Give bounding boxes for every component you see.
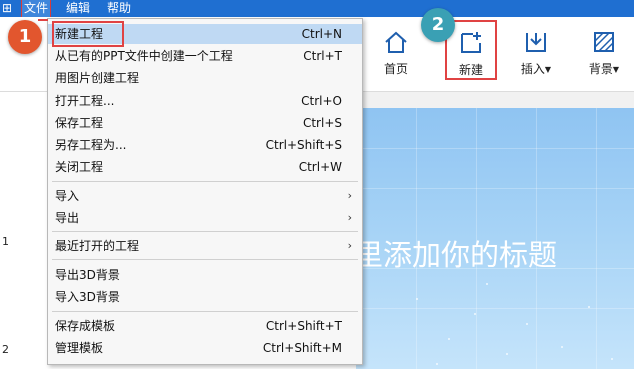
menu-item-shortcut: Ctrl+S — [302, 116, 342, 130]
slide-canvas[interactable]: 里添加你的标题 — [356, 108, 634, 369]
menu-item-label: 打开工程... — [55, 94, 115, 108]
menu-item-label: 保存成模板 — [55, 319, 116, 333]
step-badge-1: 1 — [8, 20, 42, 54]
insert-label: 插入▼ — [520, 62, 552, 76]
menu-item-shortcut: Ctrl+W — [298, 160, 342, 174]
menu-item-close-project[interactable]: 关闭工程 Ctrl+W — [48, 157, 362, 177]
menu-item-shortcut: Ctrl+O — [301, 94, 342, 108]
menu-help[interactable]: 帮助 — [107, 0, 131, 17]
menu-item-label: 关闭工程 — [55, 160, 104, 174]
menu-bar: ⊞ 文件 编辑 帮助 — [0, 0, 634, 18]
slide-number: 2 — [2, 343, 9, 356]
background-icon — [594, 32, 614, 52]
slide-list-gutter: 1 2 — [0, 92, 20, 369]
home-button[interactable]: 首页 — [370, 21, 422, 81]
menu-item-shortcut: Ctrl+Shift+T — [265, 319, 342, 333]
menu-item-create-from-ppt[interactable]: 从已有的PPT文件中创建一个工程 Ctrl+T — [48, 46, 362, 66]
menu-item-label: 保存工程 — [55, 116, 104, 130]
menu-item-label: 另存工程为... — [55, 138, 127, 152]
new-label: 新建 — [458, 63, 483, 77]
menu-item-recent-projects[interactable]: 最近打开的工程 › — [48, 236, 362, 256]
menu-file[interactable]: 文件 — [21, 0, 51, 18]
menu-item-shortcut: Ctrl+Shift+M — [262, 341, 342, 355]
menu-item-shortcut: Ctrl+Shift+S — [265, 138, 342, 152]
canvas-ruler — [356, 92, 634, 109]
chevron-right-icon: › — [347, 189, 352, 202]
background-label: 背景▼ — [588, 62, 620, 76]
menu-item-label: 导出3D背景 — [55, 268, 120, 282]
step-badge-2: 2 — [421, 8, 455, 42]
menu-item-label: 导入 — [55, 189, 80, 203]
menu-item-label: 管理模板 — [55, 341, 104, 355]
menu-item-create-from-images[interactable]: 用图片创建工程 — [48, 68, 362, 88]
menu-item-label: 从已有的PPT文件中创建一个工程 — [55, 49, 233, 63]
menu-edit[interactable]: 编辑 — [66, 0, 90, 17]
menu-item-label: 导入3D背景 — [55, 290, 120, 304]
menu-item-export[interactable]: 导出 › — [48, 208, 362, 228]
menu-item-save-as[interactable]: 另存工程为... Ctrl+Shift+S — [48, 135, 362, 155]
menu-separator — [52, 311, 358, 312]
slide-title-text[interactable]: 里添加你的标题 — [356, 232, 557, 274]
menu-item-export-3d-background[interactable]: 导出3D背景 — [48, 265, 362, 285]
background-button[interactable]: 背景▼ — [578, 21, 630, 81]
menu-item-label: 新建工程 — [51, 21, 125, 47]
menu-item-label: 最近打开的工程 — [55, 239, 140, 253]
chevron-right-icon: › — [347, 239, 352, 252]
menu-separator — [52, 259, 358, 260]
menu-item-new-project[interactable]: 新建工程 Ctrl+N — [48, 21, 362, 47]
file-menu-dropdown: 新建工程 Ctrl+N 从已有的PPT文件中创建一个工程 Ctrl+T 用图片创… — [47, 18, 363, 365]
menu-item-import[interactable]: 导入 › — [48, 186, 362, 206]
menu-item-shortcut: Ctrl+N — [301, 27, 342, 41]
menu-item-label: 导出 — [55, 211, 80, 225]
menu-item-manage-templates[interactable]: 管理模板 Ctrl+Shift+M — [48, 338, 362, 358]
chevron-right-icon: › — [347, 211, 352, 224]
insert-button[interactable]: 插入▼ — [510, 21, 562, 81]
home-icon — [385, 31, 407, 53]
menu-separator — [52, 231, 358, 232]
app-logo-icon: ⊞ — [2, 1, 13, 15]
home-label: 首页 — [383, 62, 408, 76]
callout-connector — [38, 19, 48, 21]
menu-item-save-as-template[interactable]: 保存成模板 Ctrl+Shift+T — [48, 316, 362, 336]
new-project-icon — [461, 32, 481, 53]
menu-item-open-project[interactable]: 打开工程... Ctrl+O — [48, 91, 362, 111]
menu-item-label: 用图片创建工程 — [55, 71, 140, 85]
menu-item-import-3d-background[interactable]: 导入3D背景 — [48, 287, 362, 307]
menu-item-shortcut: Ctrl+T — [303, 49, 342, 63]
menu-item-save-project[interactable]: 保存工程 Ctrl+S — [48, 113, 362, 133]
insert-icon — [526, 33, 546, 52]
slide-number: 1 — [2, 235, 9, 248]
menu-separator — [52, 181, 358, 182]
